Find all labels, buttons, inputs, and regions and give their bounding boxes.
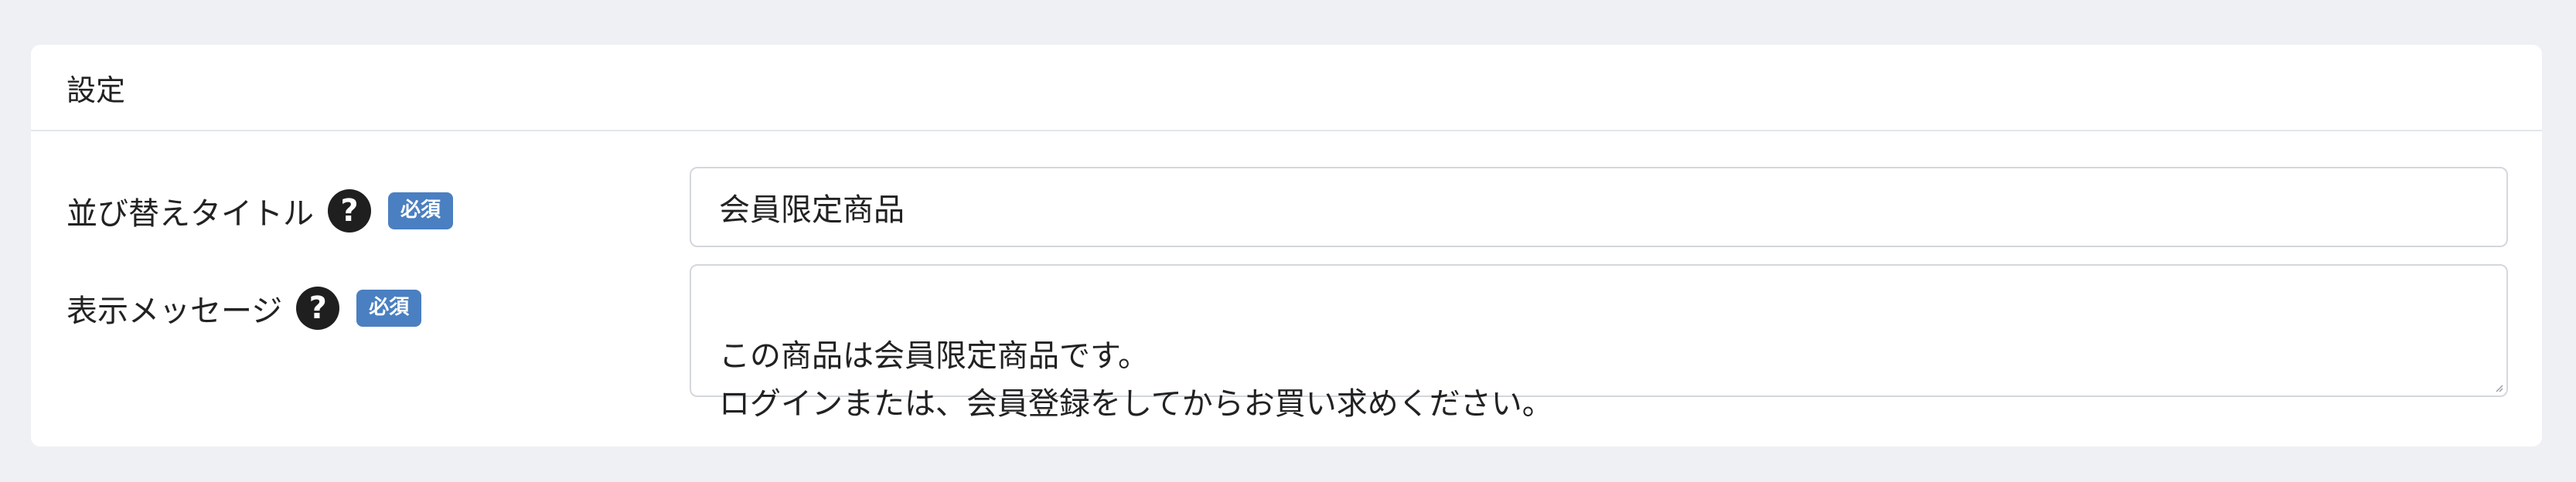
- message-label: 表示メッセージ: [66, 294, 283, 329]
- message-textarea[interactable]: この商品は会員限定商品です。 ログインまたは、会員登録をしてからお買い求めくださ…: [690, 264, 2508, 422]
- message-row: 表示メッセージ ? 必須 この商品は会員限定商品です。 ログインまたは、会員登録…: [31, 264, 2542, 422]
- message-textarea-value: この商品は会員限定商品です。 ログインまたは、会員登録をしてからお買い求めくださ…: [719, 338, 1553, 422]
- sort-title-input[interactable]: 会員限定商品: [690, 167, 2508, 247]
- question-circle-icon[interactable]: ?: [296, 287, 340, 330]
- resize-grip-icon[interactable]: [2494, 383, 2503, 392]
- required-badge: 必須: [388, 192, 454, 229]
- sort-title-row: 並び替えタイトル ? 必須 会員限定商品: [31, 167, 2542, 252]
- question-circle-icon[interactable]: ?: [328, 189, 371, 233]
- sort-title-label-group: 並び替えタイトル ? 必須: [66, 188, 454, 233]
- sort-title-input-value: 会員限定商品: [719, 192, 905, 228]
- card-header: 設定: [31, 45, 2542, 131]
- required-badge: 必須: [356, 290, 422, 327]
- message-label-group: 表示メッセージ ? 必須: [66, 286, 422, 331]
- card-title: 設定: [66, 73, 126, 107]
- sort-title-label: 並び替えタイトル: [66, 196, 314, 232]
- settings-card: 設定 並び替えタイトル ? 必須 会員限定商品 表示メッセージ ? 必須 この商…: [31, 45, 2542, 446]
